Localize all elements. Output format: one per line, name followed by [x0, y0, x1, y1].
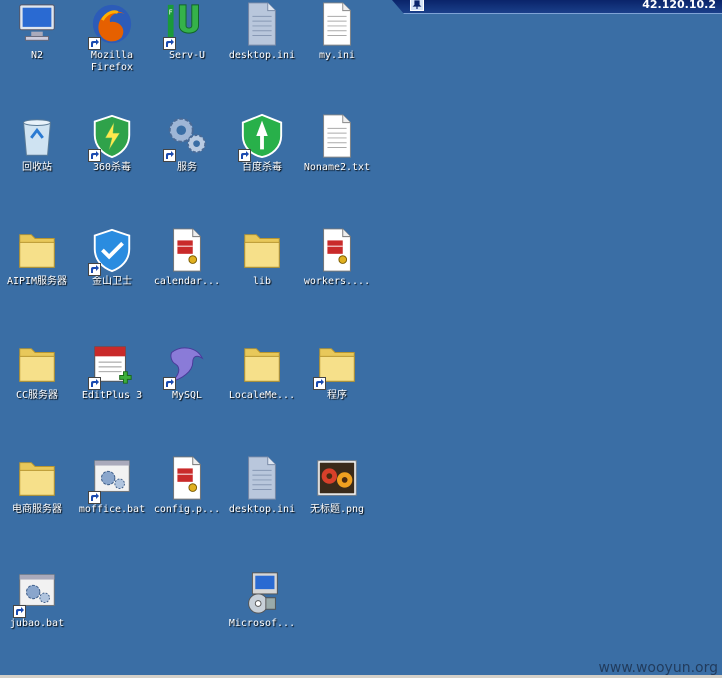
desktop-icon-label: desktop.ini	[228, 50, 296, 61]
desktop-icon[interactable]: 服务	[150, 112, 224, 174]
folder-icon	[238, 226, 286, 274]
desktop-icon[interactable]: AIPIM服务器	[0, 226, 74, 288]
desktop-icon[interactable]: 360杀毒	[75, 112, 149, 174]
folder-icon	[13, 226, 61, 274]
mysql-icon	[163, 340, 211, 390]
desktop-icon[interactable]: CC服务器	[0, 340, 74, 402]
desktop-icon-label: my.ini	[318, 50, 356, 61]
desktop-icon-label: config.p...	[153, 504, 221, 515]
desktop-icon[interactable]: desktop.ini	[225, 0, 299, 62]
folder-icon	[313, 340, 361, 390]
text-file-icon	[313, 112, 361, 160]
desktop-icon-label: LocaleMe...	[228, 390, 296, 401]
shortcut-arrow-icon	[163, 377, 176, 390]
desktop-icon[interactable]: 金山卫士	[75, 226, 149, 288]
desktop-icon[interactable]: config.p...	[150, 454, 224, 516]
desktop-icon[interactable]: 无标题.png	[300, 454, 374, 516]
batch-file-icon	[13, 568, 61, 618]
shortcut-arrow-icon	[88, 377, 101, 390]
desktop-icon-label: desktop.ini	[228, 504, 296, 515]
desktop-icon-label: lib	[252, 276, 272, 287]
shortcut-arrow-icon	[163, 37, 176, 50]
shortcut-arrow-icon	[88, 263, 101, 276]
desktop-icon-label: 360杀毒	[92, 162, 132, 173]
gears-icon	[163, 112, 211, 162]
desktop-icon[interactable]: workers....	[300, 226, 374, 288]
shortcut-arrow-icon	[238, 149, 251, 162]
desktop-icon-label: N2	[30, 50, 44, 61]
watermark: www.wooyun.org	[598, 660, 718, 676]
shield-blue-icon	[88, 226, 136, 276]
ini-file-icon	[238, 0, 286, 48]
folder-icon	[238, 340, 286, 388]
folder-icon	[13, 454, 61, 502]
shortcut-arrow-icon	[88, 37, 101, 50]
desktop-icon[interactable]: jubao.bat	[0, 568, 74, 630]
desktop-icon-label: Noname2.txt	[303, 162, 371, 173]
script-file-icon	[313, 226, 361, 274]
desktop-icon-label: Microsof...	[228, 618, 296, 629]
svg-text:F: F	[169, 8, 173, 16]
desktop-icon-label: workers....	[303, 276, 371, 287]
pin-button[interactable]	[410, 0, 424, 11]
desktop-icon[interactable]: 回收站	[0, 112, 74, 174]
desktop-icon-label: Mozilla Firefox	[90, 50, 134, 73]
installer-icon	[238, 568, 286, 616]
desktop-icon[interactable]: Microsof...	[225, 568, 299, 630]
firefox-icon	[88, 0, 136, 50]
desktop-icon[interactable]: 程序	[300, 340, 374, 402]
shortcut-arrow-icon	[13, 605, 26, 618]
desktop-icon-label: 电商服务器	[12, 504, 62, 515]
desktop-icon-label: AIPIM服务器	[6, 276, 68, 287]
script-file-icon	[163, 226, 211, 274]
shield-green-icon	[88, 112, 136, 162]
ini-file-icon	[238, 454, 286, 502]
desktop-icon-label: 服务	[177, 162, 197, 173]
desktop-icon[interactable]: 电商服务器	[0, 454, 74, 516]
desktop-icon-label: Serv-U	[168, 50, 206, 61]
batch-file-icon	[88, 454, 136, 504]
text-file-icon	[313, 0, 361, 48]
desktop-icon-label: 百度杀毒	[242, 162, 282, 173]
desktop-icon[interactable]: Mozilla Firefox	[75, 0, 149, 74]
desktop-icon-label: 无标题.png	[309, 504, 365, 515]
desktop-icon-label: EditPlus 3	[81, 390, 143, 401]
servu-icon: F	[163, 0, 211, 50]
recycle-bin-icon	[13, 112, 61, 160]
script-file-icon	[163, 454, 211, 502]
desktop-icon[interactable]: desktop.ini	[225, 454, 299, 516]
desktop-icon[interactable]: LocaleMe...	[225, 340, 299, 402]
desktop-icon[interactable]: Noname2.txt	[300, 112, 374, 174]
desktop-icon[interactable]: lib	[225, 226, 299, 288]
editplus-icon	[88, 340, 136, 390]
pin-icon	[412, 0, 422, 9]
desktop-icon[interactable]: EditPlus 3	[75, 340, 149, 402]
baidu-antivirus-icon	[238, 112, 286, 162]
desktop-icon-label: 回收站	[22, 162, 52, 173]
desktop-icon[interactable]: my.ini	[300, 0, 374, 62]
shortcut-arrow-icon	[88, 491, 101, 504]
remote-ip-address: 42.120.10.2	[642, 0, 716, 11]
shortcut-arrow-icon	[88, 149, 101, 162]
desktop: N2 Mozilla Firefox F Serv-U desktop.ini my.in…	[0, 0, 722, 678]
desktop-icon-label: moffice.bat	[78, 504, 146, 515]
remote-session-bar: 42.120.10.2	[392, 0, 722, 14]
desktop-icon[interactable]: N2	[0, 0, 74, 62]
desktop-icon-label: calendar...	[153, 276, 221, 287]
desktop-icon[interactable]: MySQL	[150, 340, 224, 402]
folder-icon	[13, 340, 61, 388]
desktop-icon[interactable]: 百度杀毒	[225, 112, 299, 174]
computer-icon	[13, 0, 61, 48]
desktop-icon-label: jubao.bat	[9, 618, 65, 629]
desktop-icon-label: MySQL	[171, 390, 203, 401]
desktop-icon[interactable]: F Serv-U	[150, 0, 224, 62]
shortcut-arrow-icon	[163, 149, 176, 162]
desktop-icon[interactable]: moffice.bat	[75, 454, 149, 516]
desktop-icon-label: 金山卫士	[92, 276, 132, 287]
desktop-icon[interactable]: calendar...	[150, 226, 224, 288]
desktop-icon-label: 程序	[327, 390, 347, 401]
shortcut-arrow-icon	[313, 377, 326, 390]
desktop-icon-label: CC服务器	[15, 390, 59, 401]
image-file-icon	[313, 454, 361, 502]
